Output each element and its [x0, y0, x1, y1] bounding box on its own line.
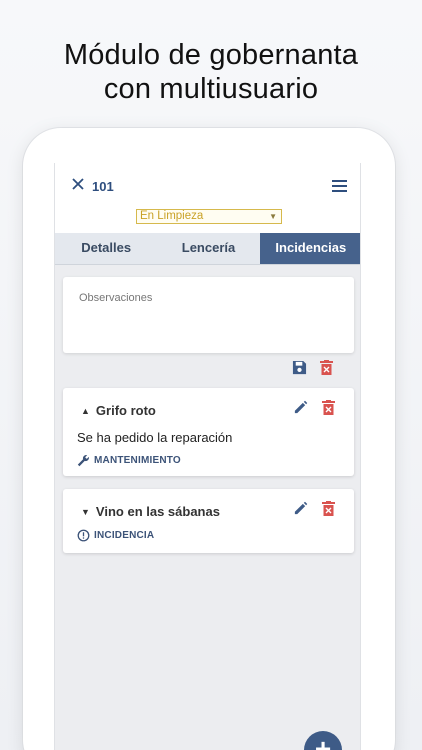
chevron-down-icon: ▼	[269, 212, 277, 221]
menu-icon[interactable]	[332, 180, 347, 192]
edit-icon[interactable]	[293, 400, 309, 416]
caret-down-icon: ▼	[81, 507, 90, 517]
delete-icon[interactable]	[320, 360, 336, 376]
incident-tag: INCIDENCIA	[77, 529, 154, 542]
tab-lenceria[interactable]: Lencería	[157, 233, 259, 264]
status-select[interactable]: En Limpieza ▼	[136, 209, 282, 224]
incident-tag-label: INCIDENCIA	[94, 530, 155, 541]
incident-actions	[293, 501, 338, 517]
headline-line-1: Módulo de gobernanta	[63, 39, 359, 71]
incident-description: Se ha pedido la reparación	[77, 430, 233, 445]
incident-actions	[293, 400, 338, 416]
observations-actions	[292, 360, 336, 376]
observations-field[interactable]: Observaciones	[63, 277, 354, 353]
close-icon[interactable]	[70, 177, 86, 193]
incident-title-text: Grifo roto	[95, 403, 156, 418]
tab-incidencias[interactable]: Incidencias	[259, 233, 360, 264]
incident-tag-label: MANTENIMIENTO	[94, 455, 181, 466]
status-value: En Limpieza	[140, 210, 204, 222]
incident-tag: MANTENIMIENTO	[77, 454, 181, 467]
tab-detalles[interactable]: Detalles	[55, 233, 157, 264]
edit-icon[interactable]	[293, 501, 309, 517]
incident-card[interactable]: ▼ Vino en las sábanas INCIDENCIA	[63, 489, 354, 553]
save-icon[interactable]	[292, 360, 308, 376]
room-number: 101	[92, 179, 114, 194]
incident-title-text: Vino en las sábanas	[95, 504, 220, 519]
app-screen: 101 En Limpieza ▼ Detalles Lencería Inci…	[54, 163, 361, 750]
tab-bar: Detalles Lencería Incidencias	[55, 233, 360, 265]
incident-card[interactable]: ▲ Grifo roto Se ha pedido la reparación M…	[63, 388, 354, 476]
delete-icon[interactable]	[322, 501, 338, 517]
top-bar: 101 En Limpieza ▼	[55, 163, 360, 233]
delete-icon[interactable]	[322, 400, 338, 416]
add-icon: +	[314, 733, 332, 750]
caret-up-icon: ▲	[81, 406, 90, 416]
add-button[interactable]: +	[304, 731, 342, 750]
headline: Módulo de gobernanta con multiusuario	[0, 38, 422, 106]
alert-circle-icon	[77, 529, 90, 542]
incident-title[interactable]: ▲ Grifo roto	[81, 403, 156, 418]
incident-title[interactable]: ▼ Vino en las sábanas	[81, 504, 220, 519]
headline-line-2: con multiusuario	[103, 73, 319, 105]
wrench-icon	[77, 455, 89, 467]
observations-placeholder: Observaciones	[79, 292, 153, 304]
